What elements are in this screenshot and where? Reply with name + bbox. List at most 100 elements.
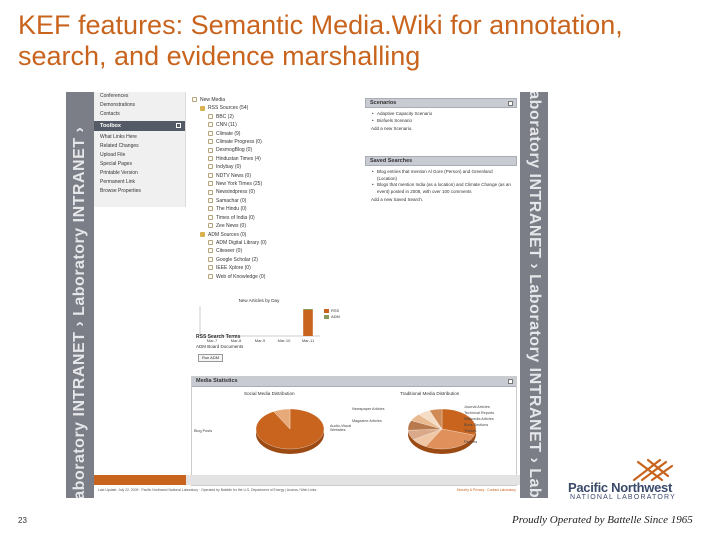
feed-item[interactable]: Google Scholar (2) [192, 256, 362, 264]
minimize-icon[interactable] [508, 101, 513, 106]
feed-page-icon [208, 206, 213, 212]
toolbox-link[interactable]: Upload File [94, 151, 185, 160]
saved-search-link[interactable]: Blog entries that mention Al Gore (Perso… [371, 169, 511, 182]
feed-item-label: NDTV News (0) [216, 172, 252, 179]
toolbox-header[interactable]: Toolbox [94, 121, 185, 131]
feed-item[interactable]: Hindustan Times (4) [192, 155, 362, 163]
feed-item[interactable]: The Hindu (0) [192, 205, 362, 213]
toolbox-link[interactable]: Special Pages [94, 160, 185, 169]
nav-link[interactable]: Conferences [94, 92, 185, 101]
feed-item[interactable]: Indybay (0) [192, 163, 362, 171]
feed-item[interactable]: New York Times (25) [192, 180, 362, 188]
toolbox-link[interactable]: Permanent Link [94, 178, 185, 187]
feed-item-label: Climate Progress (0) [216, 139, 262, 146]
feed-item-label: Climate (9) [216, 130, 241, 137]
saved-searches-panel: Saved Searches Blog entries that mention… [365, 156, 517, 207]
feed-item[interactable]: Samachar (0) [192, 197, 362, 205]
feed-item-label: New Media [200, 97, 226, 103]
scenarios-title: Scenarios [370, 100, 397, 106]
footer-grey [186, 475, 520, 485]
feed-item[interactable]: Times of India (0) [192, 214, 362, 222]
feed-item-label: Newsindpress (0) [216, 189, 255, 196]
feed-page-icon [208, 181, 213, 187]
feed-item[interactable]: New Media [192, 96, 362, 104]
feed-item[interactable]: IEEE Xplore (0) [192, 264, 362, 272]
bar-rss [303, 310, 313, 336]
nav-link[interactable]: Contacts [94, 110, 185, 119]
footer-accent [94, 475, 186, 485]
pie-label: Book Sections [464, 423, 489, 427]
feed-page-icon [208, 256, 213, 262]
feed-item[interactable]: CNN (11) [192, 121, 362, 129]
feed-page-icon [208, 273, 213, 279]
scenario-link[interactable]: Biofuels Scenario [371, 118, 511, 125]
media-statistics-title: Media Statistics [196, 378, 238, 384]
pnnl-subname: NATIONAL LABORATORY [570, 494, 677, 501]
feed-item-label: ADM Digital Library (0) [216, 239, 267, 246]
run-adm-button[interactable]: Run ADM [198, 354, 223, 362]
feed-item-label: ADM Sources (0) [208, 231, 247, 238]
pie-label: Reports [464, 440, 478, 444]
feed-item[interactable]: ADM Digital Library (0) [192, 239, 362, 247]
toolbox-link[interactable]: Printable Version [94, 169, 185, 178]
footer-links[interactable]: Security & Privacy · Contact Laboratory [457, 488, 516, 492]
feed-page-icon [208, 240, 213, 246]
feed-item-label: CNN (11) [216, 122, 237, 129]
pnnl-name: Pacific Northwest [568, 480, 672, 495]
pie-label: Audio-Visual Websites [330, 424, 352, 433]
feed-item[interactable]: Newsindpress (0) [192, 188, 362, 196]
saved-search-link[interactable]: Blogs that mention India (as a location)… [371, 182, 511, 195]
toolbox-link[interactable]: Related Changes [94, 142, 185, 151]
left-nav: Conferences Demonstrations Contacts Toolbo… [94, 92, 186, 207]
feed-item[interactable]: Zee News (0) [192, 222, 362, 230]
new-articles-chart: New Articles by Day Mar-7 Mar-8 Mar-9 Mar-1… [194, 298, 362, 360]
feed-page-icon [208, 122, 213, 128]
collapse-icon[interactable] [176, 123, 181, 128]
feed-item[interactable]: RSS Sources (54) [192, 104, 362, 112]
feed-page-icon [208, 130, 213, 136]
bar-adm [303, 309, 313, 310]
minimize-icon[interactable] [508, 379, 513, 384]
feed-page-icon [208, 139, 213, 145]
feed-item-label: Samachar (0) [216, 197, 247, 204]
feed-item-label: Zee News (0) [216, 223, 247, 230]
feed-item-label: The Hindu (0) [216, 206, 247, 213]
feed-page-icon [208, 164, 213, 170]
feed-item-label: DesmogBlog (0) [216, 147, 253, 154]
traditional-pie-title: Traditional Media Distribution [400, 391, 460, 396]
x-tick-label: Mar-11 [302, 338, 315, 343]
feed-item[interactable]: ADM Sources (0) [192, 231, 362, 239]
folder-icon [200, 105, 205, 111]
x-tick-label: Mar-9 [255, 338, 266, 343]
footer-bar [94, 475, 520, 485]
add-saved-search-link[interactable]: Add a new Saved Search. [371, 197, 511, 204]
chart-legend: RSS ADM [324, 308, 340, 320]
x-tick-label: Mar-10 [278, 338, 291, 343]
toolbox-link[interactable]: Browse Properties [94, 187, 185, 196]
scenario-list: Adaptive Capacity ScenarioBiofuels Scena… [371, 111, 511, 124]
feed-item[interactable]: Climate (9) [192, 130, 362, 138]
feed-item[interactable]: Climate Progress (0) [192, 138, 362, 146]
wiki-page: Conferences Demonstrations Contacts Toolbo… [94, 92, 520, 498]
social-pie-title: Social Media Distribution [244, 391, 295, 396]
legend-item: ADM [324, 314, 340, 320]
feed-item[interactable]: NDTV News (0) [192, 172, 362, 180]
feed-item[interactable]: BBC (2) [192, 113, 362, 121]
rss-terms-link[interactable]: ADM Board Documents [196, 344, 243, 349]
feed-item-label: Citeseer (0) [216, 248, 243, 255]
feed-item[interactable]: Web of Knowledge (0) [192, 273, 362, 281]
feed-item-label: RSS Sources (54) [208, 105, 249, 112]
feed-item[interactable]: Citeseer (0) [192, 247, 362, 255]
feed-page-icon [208, 265, 213, 271]
feed-page-icon [208, 223, 213, 229]
add-scenario-link[interactable]: Add a new Scenario. [371, 126, 511, 133]
pie-label: Wikipedia Articles [464, 417, 494, 421]
pnnl-logo: Pacific Northwest NATIONAL LABORATORY [568, 456, 708, 504]
feed-page-icon [208, 248, 213, 254]
feed-page-icon [208, 172, 213, 178]
feed-item[interactable]: DesmogBlog (0) [192, 146, 362, 154]
toolbox-link[interactable]: What Links Here [94, 133, 185, 142]
rss-heading: RSS Search Terms [196, 334, 241, 340]
nav-link[interactable]: Demonstrations [94, 101, 185, 110]
feed-tree: New Media RSS Sources (54) BBC (2) CNN (11)… [192, 96, 362, 281]
